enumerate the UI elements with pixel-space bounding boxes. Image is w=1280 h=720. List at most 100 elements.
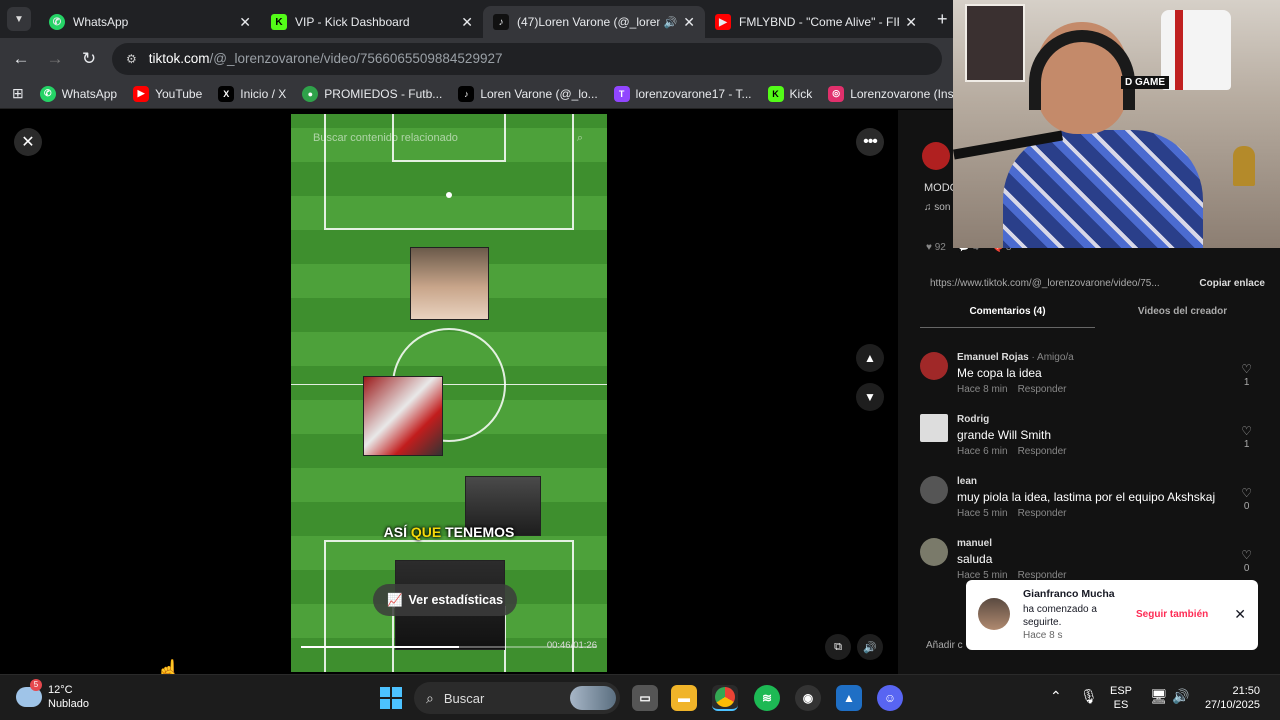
comment-author[interactable]: Rodrig	[957, 414, 989, 425]
weather-condition: Nublado	[48, 698, 89, 710]
new-tab-button[interactable]: +	[937, 9, 948, 30]
spotify-button[interactable]: ≋	[754, 685, 780, 711]
wall-jersey	[1161, 10, 1231, 90]
tab-search-button[interactable]: ▼	[7, 7, 31, 31]
back-button[interactable]: ←	[4, 49, 38, 69]
tab-youtube[interactable]: ▶ FMLYBND - "Come Alive" - FIFA ✕	[705, 6, 927, 38]
task-view-button[interactable]: ▭	[632, 685, 658, 711]
bookmark-label: Loren Varone (@_lo...	[480, 86, 598, 101]
tab-kick-dashboard[interactable]: K VIP - Kick Dashboard ✕	[261, 6, 483, 38]
app-button[interactable]: ▲	[836, 685, 862, 711]
whatsapp-icon: ✆	[39, 85, 56, 102]
panel-tabs: Comentarios (4) Videos del creador	[920, 306, 1270, 328]
reply-button[interactable]: Responder	[1018, 508, 1067, 519]
tab-creator-videos[interactable]: Videos del creador	[1095, 306, 1270, 328]
caption-text: TENEMOS	[441, 524, 515, 540]
like-button[interactable]: ♥ 92	[926, 242, 946, 253]
tab-comments[interactable]: Comentarios (4)	[920, 306, 1095, 328]
comment-like-button[interactable]: ♡ 1	[1241, 362, 1252, 390]
avatar[interactable]	[920, 414, 948, 442]
comment-like-count: 1	[1243, 439, 1250, 450]
chrome-icon	[715, 687, 735, 707]
penalty-spot	[446, 192, 452, 198]
reply-button[interactable]: Responder	[1018, 446, 1067, 457]
x-logo-icon: X	[218, 85, 235, 102]
volume-button[interactable]: 🔊	[857, 634, 883, 660]
close-tab-icon[interactable]: ✕	[683, 14, 695, 31]
weather-widget[interactable]: 5 12°C Nublado	[16, 679, 89, 711]
discord-button[interactable]: ☺	[877, 685, 903, 711]
speaker-icon[interactable]: 🔊	[664, 16, 678, 29]
close-video-button[interactable]: ✕	[14, 128, 42, 156]
sound-name[interactable]: ♫ son	[924, 202, 950, 213]
comment-time: Hace 5 min	[957, 508, 1008, 519]
bookmark-x[interactable]: X Inicio / X	[218, 85, 286, 102]
forward-button[interactable]: →	[38, 49, 72, 69]
clock[interactable]: 21:50 27/10/2025	[1204, 684, 1260, 712]
instagram-icon: ◎	[828, 85, 845, 102]
tab-tiktok[interactable]: ♪ (47)Loren Varone (@_lorenz 🔊 ✕	[483, 6, 705, 38]
comment-author[interactable]: manuel	[957, 538, 992, 549]
follow-back-button[interactable]: Seguir también	[1136, 609, 1208, 620]
volume-icon[interactable]: 🔊	[1172, 688, 1189, 705]
twitch-icon: T	[613, 85, 630, 102]
add-comment-input[interactable]: Añadir c	[926, 640, 963, 651]
comment-like-button[interactable]: ♡ 0	[1241, 486, 1252, 514]
avatar[interactable]	[920, 476, 948, 504]
promiedos-icon: ●	[302, 85, 319, 102]
author-name: manuel	[957, 538, 993, 549]
microphone-icon[interactable]: 🎙	[1080, 688, 1098, 705]
comment-item: Rodrig grande Will Smith Hace 6 min Respo…	[920, 414, 1260, 474]
close-icon: ✕	[21, 134, 35, 151]
close-tab-icon[interactable]: ✕	[905, 14, 917, 31]
file-explorer-button[interactable]: ▬	[671, 685, 697, 711]
creator-avatar[interactable]	[922, 142, 950, 170]
close-icon[interactable]: ✕	[1234, 606, 1246, 623]
url-domain: tiktok.com	[148, 51, 210, 66]
view-stats-button[interactable]: 📈 Ver estadísticas	[373, 584, 517, 616]
more-options-button[interactable]: •••	[856, 128, 884, 156]
follower-name[interactable]: Gianfranco Mucha	[1023, 588, 1115, 600]
youtube-icon: ▶	[133, 85, 150, 102]
bookmark-label: PROMIEDOS - Futb...	[324, 86, 443, 101]
reload-button[interactable]: ↻	[72, 49, 106, 69]
next-video-button[interactable]: ▼	[856, 383, 884, 411]
comment-item: Emanuel Rojas · Amigo/a Me copa la idea …	[920, 352, 1260, 412]
taskbar-search[interactable]: ⌕ Buscar	[414, 682, 620, 714]
site-settings-icon[interactable]: ⚙	[126, 52, 137, 66]
language-indicator[interactable]: ESP ES	[1110, 684, 1132, 712]
chrome-button[interactable]	[712, 685, 738, 711]
avatar[interactable]	[920, 538, 948, 566]
comment-like-button[interactable]: ♡ 0	[1241, 548, 1252, 576]
tab-whatsapp[interactable]: ✆ WhatsApp ✕	[39, 6, 261, 38]
address-bar[interactable]: ⚙ tiktok.com/@_lorenzovarone/video/75660…	[112, 42, 942, 75]
bookmark-youtube[interactable]: ▶ YouTube	[133, 85, 202, 102]
chair-badge: D GAME	[1121, 76, 1169, 89]
bookmark-promiedos[interactable]: ● PROMIEDOS - Futb...	[302, 85, 443, 102]
apps-grid-icon[interactable]: ⊞	[12, 85, 24, 102]
bookmark-tiktok[interactable]: ♪ Loren Varone (@_lo...	[458, 85, 598, 102]
comment-author[interactable]: lean	[957, 476, 977, 487]
start-button[interactable]	[380, 687, 402, 709]
bookmark-whatsapp[interactable]: ✆ WhatsApp	[39, 85, 117, 102]
bookmark-instagram[interactable]: ◎ Lorenzovarone (Inst...	[828, 85, 967, 102]
bookmark-kick[interactable]: K Kick	[767, 85, 812, 102]
comment-author[interactable]: Emanuel Rojas · Amigo/a	[957, 352, 1074, 363]
bookmark-twitch[interactable]: Tlorenzovarone17 - T...	[613, 85, 752, 102]
previous-video-button[interactable]: ▲	[856, 344, 884, 372]
close-tab-icon[interactable]: ✕	[239, 14, 251, 31]
copy-link-button[interactable]: Copiar enlace	[1199, 278, 1265, 289]
close-tab-icon[interactable]: ✕	[461, 14, 473, 31]
chevron-down-icon: ▼	[14, 13, 24, 25]
pip-button[interactable]: ⧉	[825, 634, 851, 660]
obs-button[interactable]: ◉	[795, 685, 821, 711]
video-player[interactable]: Buscar contenido relacionado ⌕ ASÍ QUE TE…	[291, 114, 607, 672]
chevron-up-icon[interactable]: ⌃	[1050, 688, 1062, 705]
reply-button[interactable]: Responder	[1018, 384, 1067, 395]
related-search-input[interactable]: Buscar contenido relacionado ⌕	[303, 132, 593, 154]
avatar[interactable]	[920, 352, 948, 380]
avatar[interactable]	[978, 598, 1010, 630]
share-url: https://www.tiktok.com/@_lorenzovarone/v…	[930, 278, 1160, 289]
comment-like-button[interactable]: ♡ 1	[1241, 424, 1252, 452]
network-icon[interactable]: 🖥	[1150, 688, 1168, 705]
